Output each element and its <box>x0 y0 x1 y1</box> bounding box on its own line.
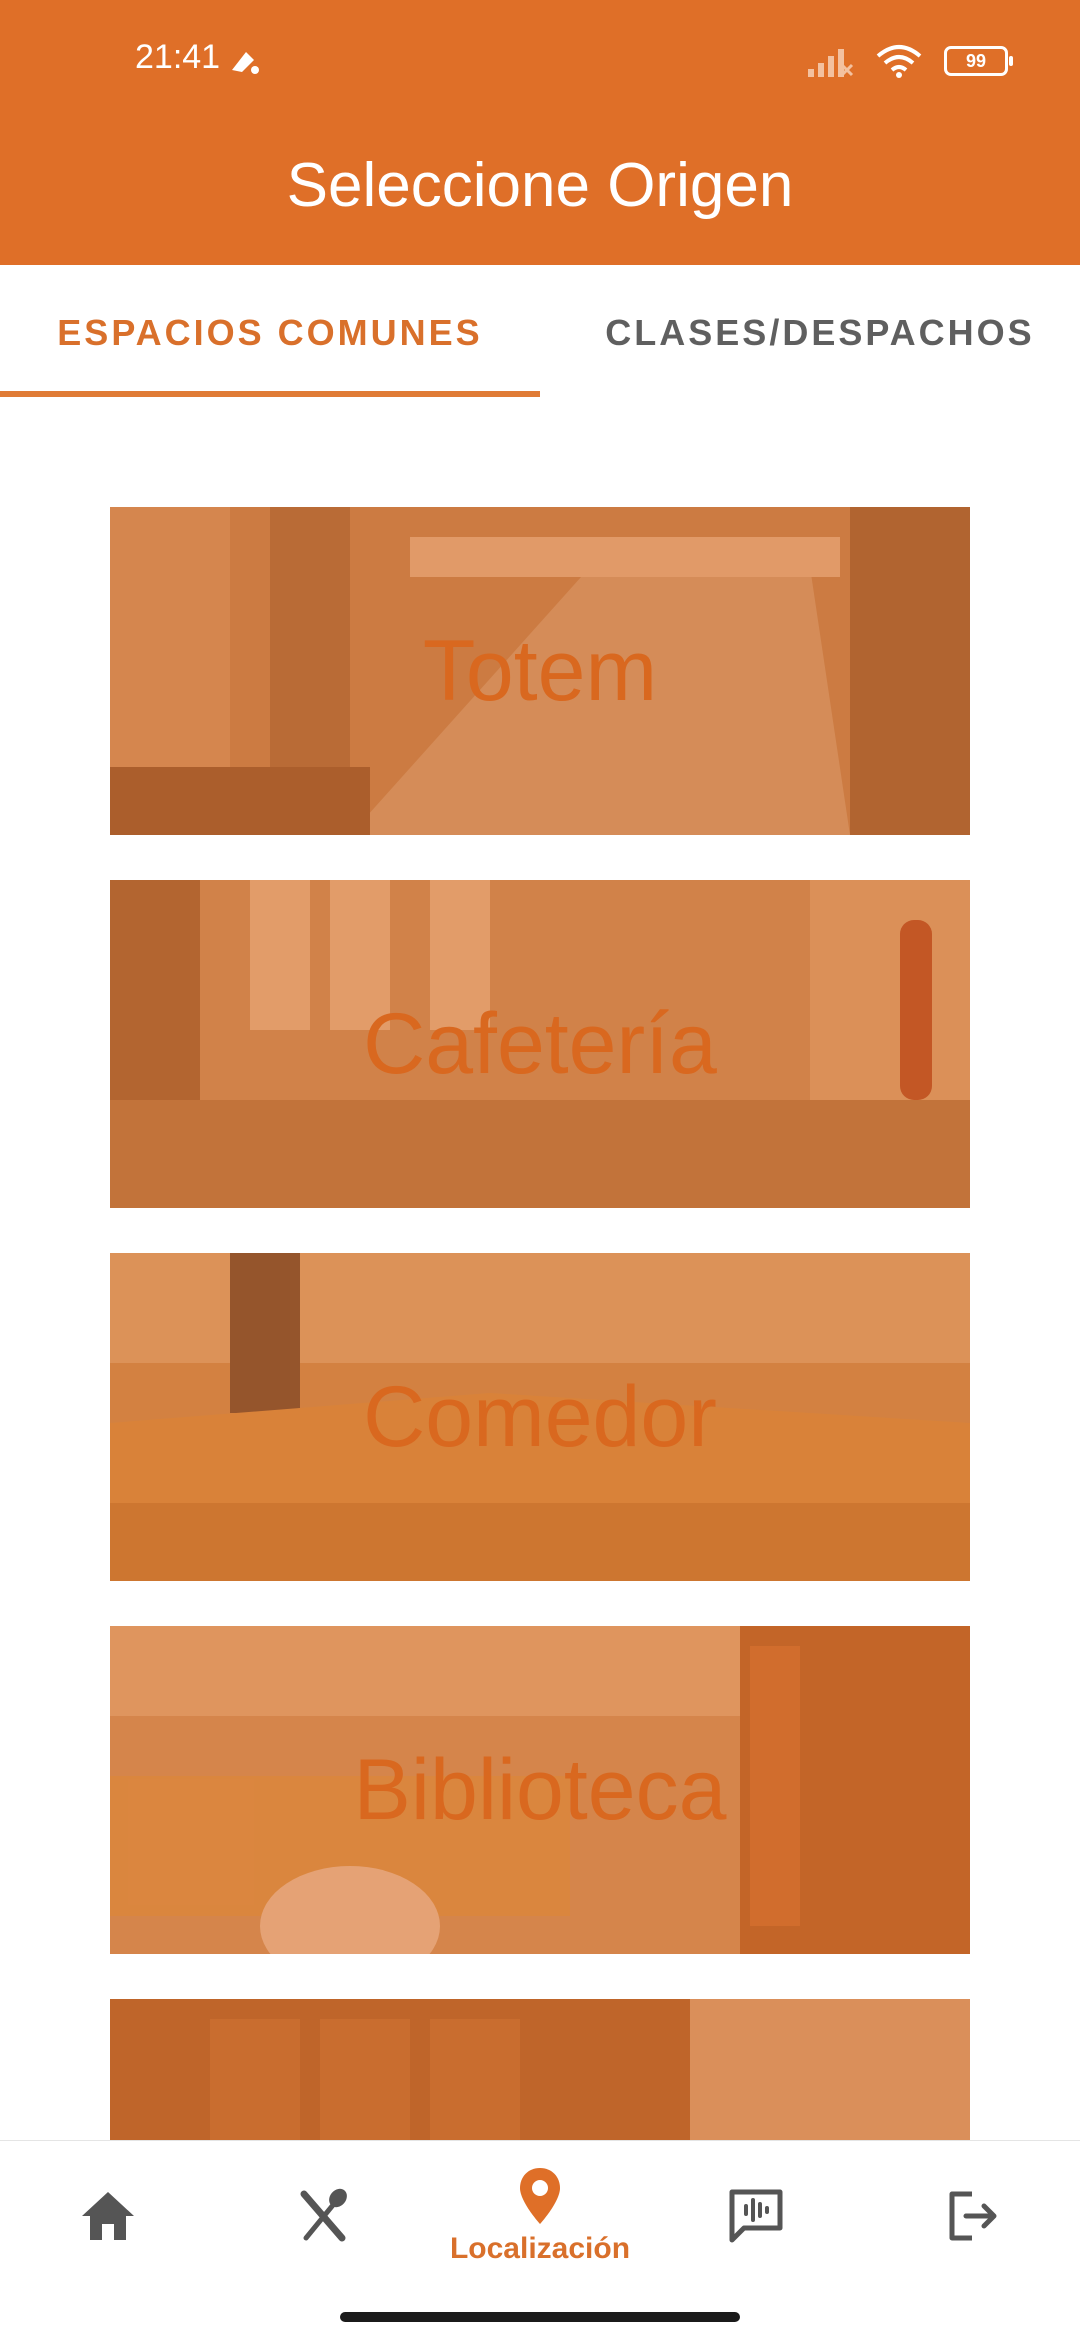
card-title: Cafetería <box>363 995 717 1092</box>
card-title: Biblioteca <box>353 1741 727 1838</box>
status-bar: 21:41 99 <box>0 0 1080 120</box>
battery-indicator: 99 <box>944 46 1013 76</box>
tab-espacios-comunes[interactable]: ESPACIOS COMUNES <box>0 265 540 400</box>
tab-clases-despachos[interactable]: CLASES/DESPACHOS <box>540 265 1080 400</box>
status-time: 21:41 <box>135 38 221 76</box>
nav-food[interactable] <box>216 2141 432 2291</box>
nav-logout[interactable] <box>864 2141 1080 2291</box>
notification-icon <box>232 52 259 74</box>
active-tab-indicator <box>0 391 540 397</box>
card-partial[interactable] <box>110 1999 970 2140</box>
location-list[interactable]: Totem Cafetería Comedor Biblioteca <box>0 400 1080 2140</box>
nav-localizacion-label: Localización <box>449 2232 631 2265</box>
location-pin-icon <box>520 2168 560 2224</box>
nav-messages[interactable] <box>648 2141 864 2291</box>
card-title: Totem <box>422 622 658 719</box>
home-icon <box>82 2192 134 2240</box>
page-title: Seleccione Origen <box>286 151 794 220</box>
nav-home[interactable] <box>0 2141 216 2291</box>
app-bar: Seleccione Origen <box>0 120 1080 265</box>
signal-icon <box>808 49 854 77</box>
card-totem[interactable]: Totem <box>110 507 970 835</box>
card-title <box>110 1999 970 2140</box>
status-icons: 99 <box>806 44 1013 78</box>
card-comedor[interactable]: Comedor <box>110 1253 970 1581</box>
card-biblioteca[interactable]: Biblioteca <box>110 1626 970 1954</box>
tab-bar: ESPACIOS COMUNES CLASES/DESPACHOS <box>0 265 1080 400</box>
message-audio-icon <box>729 2189 783 2243</box>
wifi-icon <box>876 45 922 78</box>
home-indicator[interactable] <box>340 2312 740 2322</box>
card-cafeteria[interactable]: Cafetería <box>110 880 970 1208</box>
fork-knife-icon <box>300 2188 347 2242</box>
card-title: Comedor <box>363 1368 717 1465</box>
nav-localizacion[interactable]: Localización <box>432 2141 648 2291</box>
logout-icon <box>949 2191 997 2241</box>
bottom-navigation: Localización <box>0 2140 1080 2341</box>
